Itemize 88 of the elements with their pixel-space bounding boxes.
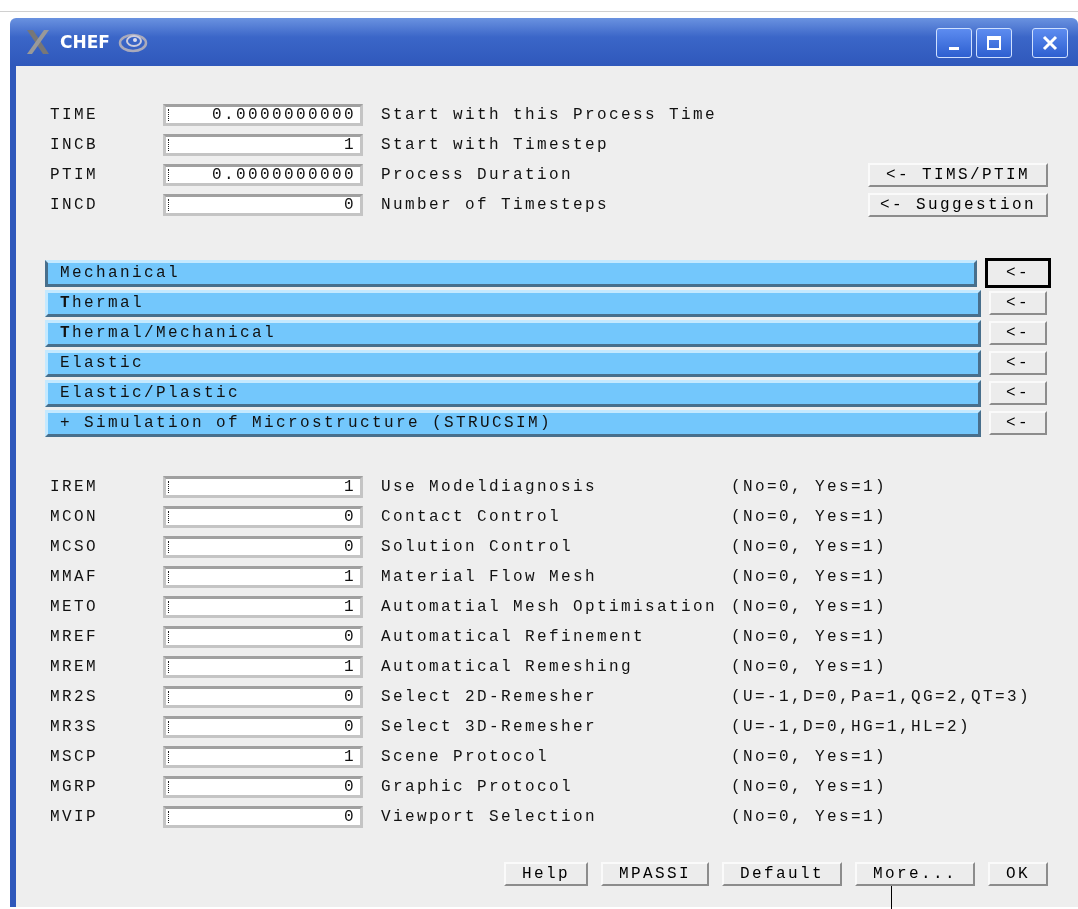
input-field[interactable]: 0.0000000000 xyxy=(163,104,363,126)
dialog-button[interactable]: Default xyxy=(721,862,842,886)
input-field[interactable]: 0 xyxy=(163,806,363,828)
input-field[interactable]: 0 xyxy=(163,506,363,528)
arrow-button[interactable]: <- xyxy=(985,258,1051,288)
input-field[interactable]: 0 xyxy=(163,194,363,216)
input-field[interactable]: 1 xyxy=(163,746,363,768)
field-label: INCD xyxy=(50,196,99,214)
value-hint: (U=-1,D=0,Pa=1,QG=2,QT=3) xyxy=(731,688,1033,706)
field-label: MMAF xyxy=(50,568,99,586)
section-bar[interactable]: Thermal xyxy=(45,289,981,317)
arrow-button[interactable]: <- xyxy=(989,291,1047,315)
field-label: MCON xyxy=(50,508,99,526)
field-label: MCSO xyxy=(50,538,99,556)
field-description: Process Duration xyxy=(381,166,575,184)
action-button[interactable]: <- TIMS/PTIM xyxy=(868,163,1048,187)
value-hint: (No=0, Yes=1) xyxy=(731,598,889,616)
field-label: IREM xyxy=(50,478,99,496)
section-bar[interactable]: + Simulation of Microstructure (STRUCSIM) xyxy=(45,409,981,437)
input-field[interactable]: 1 xyxy=(163,656,363,678)
field-description: Number of Timesteps xyxy=(381,196,611,214)
dialog-button[interactable]: MPASSI xyxy=(600,862,709,886)
arrow-button[interactable]: <- xyxy=(989,351,1047,375)
field-description: Use Modeldiagnosis xyxy=(381,478,599,496)
minimize-icon xyxy=(949,46,959,50)
input-field[interactable]: 1 xyxy=(163,134,363,156)
section-bar[interactable]: Thermal/Mechanical xyxy=(45,319,981,347)
field-description: Scene Protocol xyxy=(381,748,551,766)
x-logo-icon xyxy=(24,28,52,56)
input-field[interactable]: 0 xyxy=(163,536,363,558)
dialog-button[interactable]: OK xyxy=(988,862,1048,886)
field-label: MREF xyxy=(50,628,99,646)
field-description: Viewport Selection xyxy=(381,808,599,826)
arrow-button[interactable]: <- xyxy=(989,381,1047,405)
field-label: MVIP xyxy=(50,808,99,826)
close-button[interactable] xyxy=(1032,28,1068,58)
input-field[interactable]: 0 xyxy=(163,776,363,798)
field-description: Graphic Protocol xyxy=(381,778,575,796)
maximize-button[interactable] xyxy=(976,28,1012,58)
maximize-icon xyxy=(986,35,1002,51)
field-description: Contact Control xyxy=(381,508,563,526)
leader-line xyxy=(890,886,892,909)
input-field[interactable]: 1 xyxy=(163,476,363,498)
field-label: METO xyxy=(50,598,99,616)
input-field[interactable]: 1 xyxy=(163,566,363,588)
field-label: MR3S xyxy=(50,718,99,736)
field-description: Start with this Process Time xyxy=(381,106,719,124)
close-icon xyxy=(1042,35,1058,51)
arrow-button[interactable]: <- xyxy=(989,411,1047,435)
field-label: MREM xyxy=(50,658,99,676)
minimize-button[interactable] xyxy=(936,28,972,58)
value-hint: (U=-1,D=0,HG=1,HL=2) xyxy=(731,718,973,736)
value-hint: (No=0, Yes=1) xyxy=(731,778,889,796)
value-hint: (No=0, Yes=1) xyxy=(731,478,889,496)
value-hint: (No=0, Yes=1) xyxy=(731,568,889,586)
field-description: Automatical Refinement xyxy=(381,628,647,646)
input-field[interactable]: 1 xyxy=(163,596,363,618)
dialog-button[interactable]: More... xyxy=(854,862,975,886)
field-description: Start with Timestep xyxy=(381,136,611,154)
section-bar[interactable]: Mechanical xyxy=(45,259,977,287)
field-description: Automatial Mesh Optimisation xyxy=(381,598,713,616)
input-field[interactable]: 0.0000000000 xyxy=(163,164,363,186)
action-button[interactable]: <- Suggestion xyxy=(868,193,1048,217)
field-label: MSCP xyxy=(50,748,99,766)
value-hint: (No=0, Yes=1) xyxy=(731,808,889,826)
field-label: MGRP xyxy=(50,778,99,796)
section-bar[interactable]: Elastic/Plastic xyxy=(45,379,981,407)
arrow-button[interactable]: <- xyxy=(989,321,1047,345)
field-label: INCB xyxy=(50,136,99,154)
dialog-button[interactable]: Help xyxy=(503,862,588,886)
input-field[interactable]: 0 xyxy=(163,626,363,648)
field-label: TIME xyxy=(50,106,99,124)
field-description: Select 3D-Remesher xyxy=(381,718,599,736)
window-title: CHEF xyxy=(60,32,110,52)
section-bar[interactable]: Elastic xyxy=(45,349,981,377)
field-description: Solution Control xyxy=(381,538,575,556)
input-field[interactable]: 0 xyxy=(163,716,363,738)
input-field[interactable]: 0 xyxy=(163,686,363,708)
value-hint: (No=0, Yes=1) xyxy=(731,748,889,766)
field-label: MR2S xyxy=(50,688,99,706)
field-description: Select 2D-Remesher xyxy=(381,688,599,706)
value-hint: (No=0, Yes=1) xyxy=(731,658,889,676)
field-label: PTIM xyxy=(50,166,99,184)
value-hint: (No=0, Yes=1) xyxy=(731,628,889,646)
field-description: Automatical Remeshing xyxy=(381,658,635,676)
field-description: Material Flow Mesh xyxy=(381,568,599,586)
value-hint: (No=0, Yes=1) xyxy=(731,538,889,556)
value-hint: (No=0, Yes=1) xyxy=(731,508,889,526)
